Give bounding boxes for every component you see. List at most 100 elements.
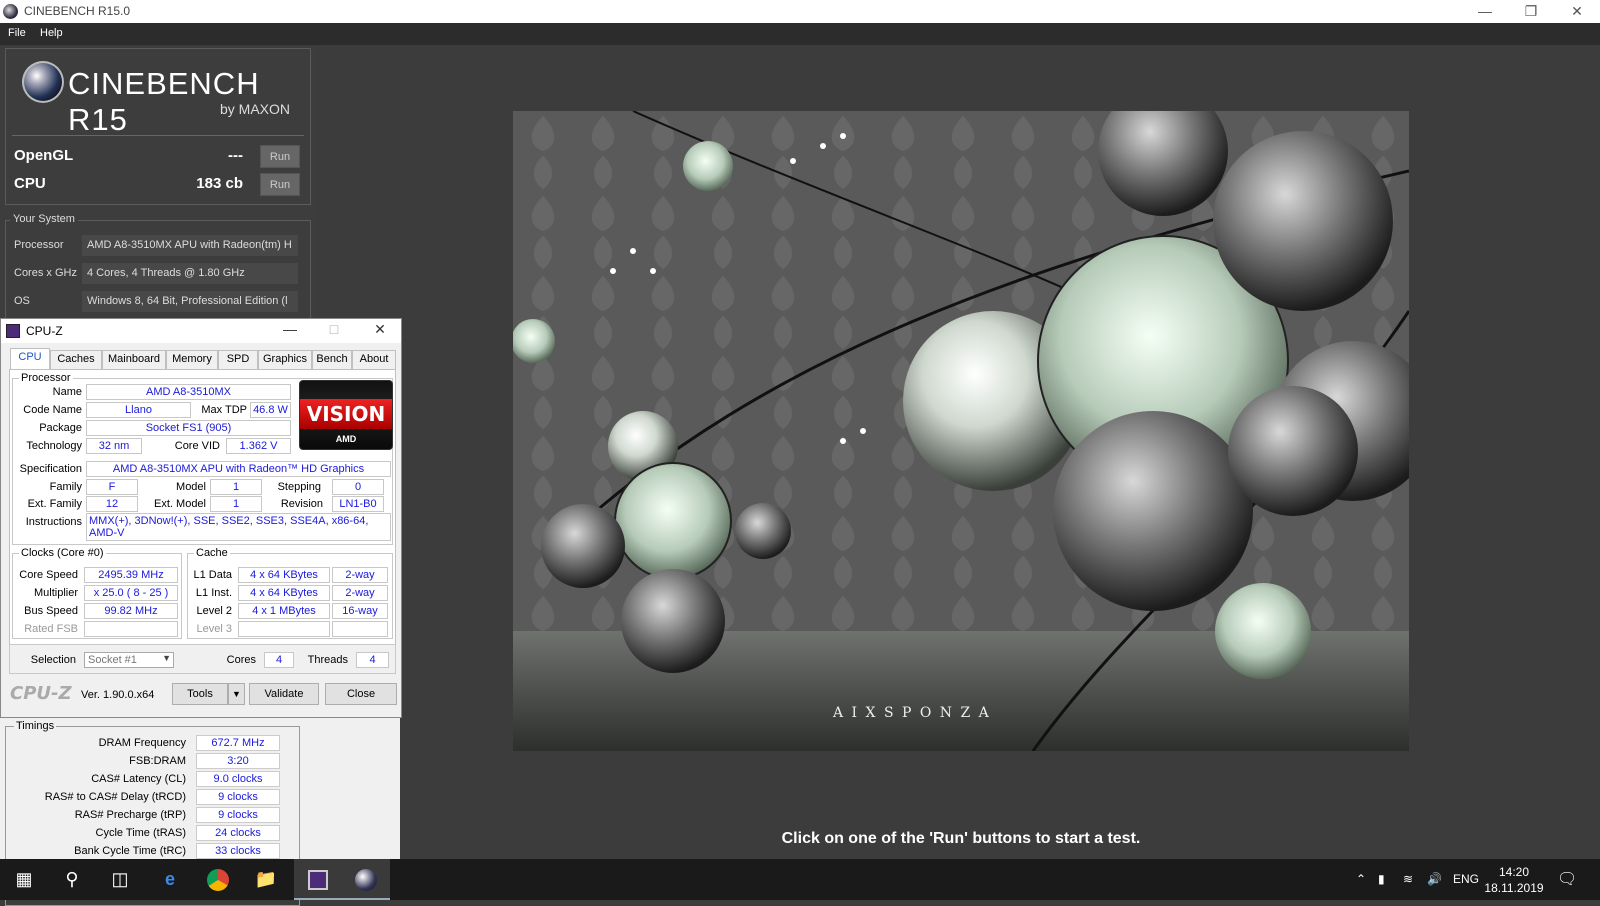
timing-row: RAS# to CAS# Delay (tRCD) 9 clocks [6,789,296,806]
timing-key: CAS# Latency (CL) [91,773,186,785]
system-key: OS [14,295,30,307]
l1data-field: 4 x 64 KBytes [238,567,330,583]
level3-ways-field [332,621,388,637]
cache-legend: Cache [194,547,230,559]
timing-value: 672.7 MHz [196,735,280,751]
timing-key: FSB:DRAM [129,755,186,767]
close-window-button[interactable]: ✕ [1554,0,1600,23]
stepping-label: Stepping [277,481,321,493]
system-value: 4 Cores, 4 Threads @ 1.80 GHz [82,263,298,284]
minimize-button[interactable]: — [1462,0,1508,23]
family-label: Family [49,481,82,493]
technology-field: 32 nm [86,438,142,454]
clock-time: 14:20 [1498,865,1530,879]
codename-field: Llano [86,402,191,418]
level2-ways-field: 16-way [332,603,388,619]
file-explorer-icon[interactable]: 📁 [242,859,290,900]
system-row-os: OS Windows 8, 64 Bit, Professional Editi… [6,291,310,313]
corespeed-label: Core Speed [19,569,78,581]
validate-button[interactable]: Validate [249,683,319,705]
cpuz-maximize-button[interactable]: □ [319,321,349,337]
tab-bench[interactable]: Bench [312,350,352,369]
codename-label: Code Name [23,404,82,416]
timing-value: 9 clocks [196,807,280,823]
tools-dropdown-icon[interactable]: ▼ [228,683,245,705]
system-row-cores: Cores x GHz 4 Cores, 4 Threads @ 1.80 GH… [6,263,310,285]
close-button[interactable]: Close [325,683,397,705]
volume-icon[interactable]: 🔊 [1427,872,1442,886]
maximize-button[interactable]: ❐ [1508,0,1554,23]
l1data-ways-field: 2-way [332,567,388,583]
cpuz-app-icon [6,324,20,338]
tab-spd[interactable]: SPD [218,350,258,369]
tools-button[interactable]: Tools [172,683,228,705]
multiplier-label: Multiplier [33,587,78,599]
level3-field [238,621,330,637]
maxon-logo-text: by MAXON [219,101,290,117]
cpuz-taskbar-icon[interactable] [294,859,342,900]
revision-label: Revision [280,498,323,510]
menu-help[interactable]: Help [40,27,63,39]
tab-mainboard[interactable]: Mainboard [102,350,166,369]
taskbar: ▦ ⚲ ◫ e 📁 ⌃ ▮ ≋ 🔊 ENG 14:20 18.11.2019 🗨 [0,859,1600,900]
score-label: OpenGL [14,147,74,164]
tab-graphics[interactable]: Graphics [258,350,312,369]
tab-caches[interactable]: Caches [50,350,102,369]
cpu-tab-content: Processor Name AMD A8-3510MX Code Name L… [9,369,396,663]
run-cpu-button[interactable]: Run [260,173,300,196]
window-title: CINEBENCH R15.0 [24,4,131,18]
cinebench-logo-icon [22,61,64,103]
timing-value: 3:20 [196,753,280,769]
threads-field: 4 [356,652,389,668]
cpuz-titlebar: CPU-Z — □ ✕ [1,319,401,343]
show-hidden-icons-chevron-icon[interactable]: ⌃ [1356,872,1366,886]
tab-memory[interactable]: Memory [166,350,218,369]
divider [12,135,304,136]
threads-label: Threads [307,654,348,666]
edge-browser-icon[interactable]: e [146,859,194,900]
timing-row: RAS# Precharge (tRP) 9 clocks [6,807,296,824]
cpuz-version: Ver. 1.90.0.x64 [81,689,155,701]
aixsponza-watermark: A I X S P O N Z A [832,705,991,721]
chrome-browser-icon[interactable] [194,859,242,900]
socket-select-value: Socket #1 [88,654,137,666]
score-value: 183 cb [196,175,243,192]
tab-about[interactable]: About [352,350,396,369]
processor-legend: Processor [19,372,73,384]
battery-icon[interactable]: ▮ [1378,872,1385,886]
run-opengl-button[interactable]: Run [260,145,300,168]
language-indicator[interactable]: ENG [1453,872,1479,886]
specification-field: AMD A8-3510MX APU with Radeon™ HD Graphi… [86,461,391,477]
wifi-icon[interactable]: ≋ [1403,872,1413,886]
menu-file[interactable]: File [8,27,26,39]
score-row-cpu: CPU 183 cb Run [14,172,302,196]
system-key: Processor [14,239,64,251]
cinebench-taskbar-icon[interactable] [342,859,390,900]
maxtdp-label: Max TDP [201,404,247,416]
windows-start-icon[interactable]: ▦ [0,859,48,900]
tab-cpu[interactable]: CPU [10,348,50,369]
timing-row: DRAM Frequency 672.7 MHz [6,735,296,752]
socket-select[interactable]: Socket #1 ▼ [84,652,174,668]
timing-key: RAS# Precharge (tRP) [74,809,186,821]
specification-label: Specification [19,463,82,475]
cpuz-close-window-button[interactable]: ✕ [365,321,395,338]
task-view-icon[interactable]: ◫ [96,859,144,900]
maxtdp-field: 46.8 W [250,402,291,418]
render-preview: A I X S P O N Z A [513,111,1409,751]
cpuz-minimize-button[interactable]: — [275,321,305,337]
notifications-icon[interactable]: 🗨 [1557,869,1577,889]
l1data-label: L1 Data [193,569,232,581]
window-titlebar: CINEBENCH R15.0 — ❐ ✕ [0,0,1600,23]
cinebench-app-icon [3,4,18,19]
amd-logo-text: AMD [335,434,357,444]
timing-value: 33 clocks [196,843,280,859]
clock-date: 18.11.2019 [1484,881,1544,895]
search-icon[interactable]: ⚲ [48,859,96,900]
timing-key: Bank Cycle Time (tRC) [74,845,186,857]
system-clock[interactable]: 14:20 18.11.2019 [1478,864,1550,896]
render-image: A I X S P O N Z A [513,111,1409,751]
extmodel-field: 1 [210,496,262,512]
vision-logo-text: VISION [300,399,392,429]
instructions-field: MMX(+), 3DNow!(+), SSE, SSE2, SSE3, SSE4… [86,513,391,541]
